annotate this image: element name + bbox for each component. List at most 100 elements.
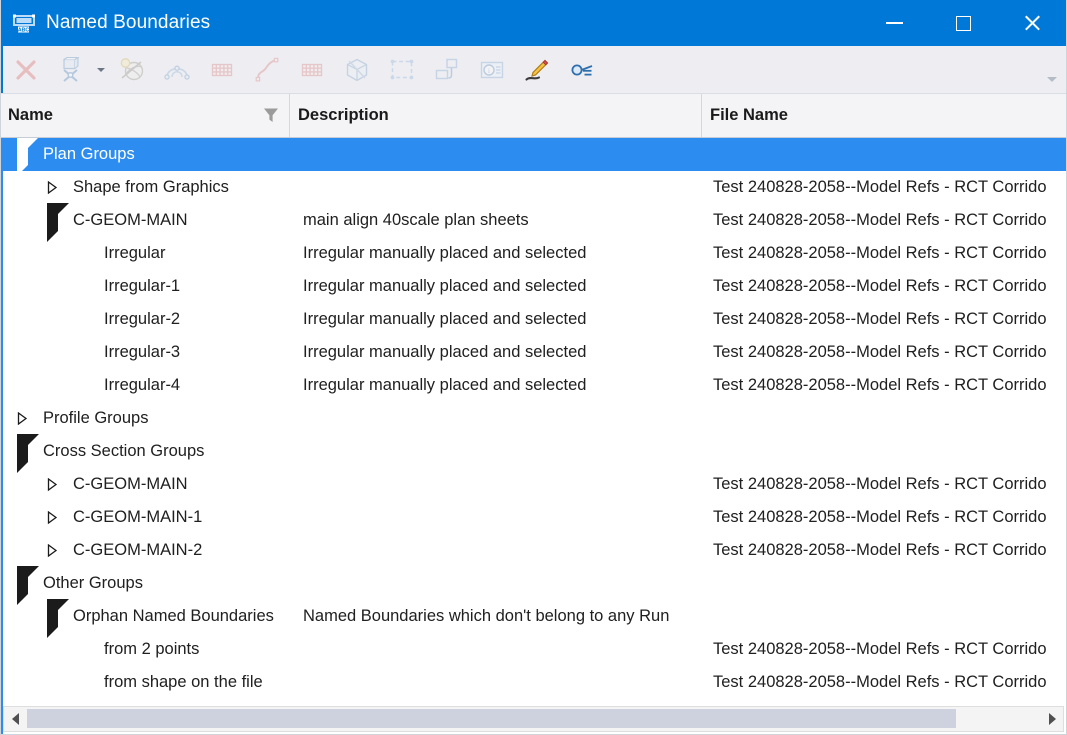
toolbar-button-edit-named-boundary[interactable] [514, 47, 559, 93]
table-row[interactable]: Irregular-4 Irregular manually placed and… [3, 369, 1066, 402]
table-row[interactable]: C-GEOM-MAIN Test 240828-2058--Model Refs … [3, 468, 1066, 501]
toolbar-button-place-named-boundary[interactable] [48, 47, 93, 93]
table-row[interactable]: Other Groups [3, 566, 1066, 605]
cell-file-name: Test 240828-2058--Model Refs - RCT Corri… [713, 508, 1047, 526]
grid-body: Plan Groups Shape from Graphics Test 24082… [0, 138, 1067, 735]
cell-name: Shape from Graphics [73, 178, 229, 196]
civil-plan-icon [163, 57, 190, 83]
cell-description: Irregular manually placed and selected [303, 310, 587, 328]
toolbar-button-create-drawing[interactable] [424, 47, 469, 93]
toolbar-button-delete[interactable] [3, 47, 48, 93]
scroll-right-button[interactable] [1041, 707, 1063, 731]
column-header-file-name[interactable]: File Name [702, 94, 1067, 137]
table-row[interactable]: C-GEOM-MAIN-1 Test 240828-2058--Model Ref… [3, 501, 1066, 534]
toolbar-button-create-plan-named-boundaries[interactable] [154, 47, 199, 93]
filter-funnel-icon[interactable] [263, 107, 279, 129]
cell-name: Irregular-3 [104, 343, 181, 361]
table-row[interactable]: Irregular-3 Irregular manually placed and… [3, 336, 1066, 369]
cell-file-name: Test 240828-2058--Model Refs - RCT Corri… [713, 244, 1047, 262]
table-row[interactable]: Shape from Graphics Test 240828-2058--Mod… [3, 171, 1066, 204]
window-controls [860, 0, 1067, 46]
column-header-description[interactable]: Description [290, 94, 702, 137]
properties-key-icon [569, 57, 595, 83]
cell-name: C-GEOM-MAIN [73, 211, 188, 229]
title-bar[interactable]: ABC Named Boundaries [0, 0, 1067, 46]
cell-description: Irregular manually placed and selected [303, 376, 587, 394]
svg-text:ABC: ABC [18, 28, 29, 34]
cell-description: Irregular manually placed and selected [303, 277, 587, 295]
chevron-down-icon [97, 67, 105, 72]
table-row[interactable]: Profile Groups [3, 402, 1066, 435]
close-button[interactable] [998, 0, 1067, 46]
scroll-left-button[interactable] [4, 707, 26, 731]
svg-text:i: i [488, 67, 490, 75]
cell-file-name: Test 240828-2058--Model Refs - RCT Corri… [713, 673, 1047, 691]
column-header-file-name-label: File Name [710, 106, 788, 124]
table-row[interactable]: from 2 points Test 240828-2058--Model Ref… [3, 633, 1066, 666]
place-named-boundary-icon [58, 56, 84, 83]
minimize-icon [886, 22, 903, 24]
cell-description: main align 40scale plan sheets [303, 211, 529, 229]
scroll-left-arrow-icon [11, 713, 19, 725]
cell-file-name: Test 240828-2058--Model Refs - RCT Corri… [713, 211, 1047, 229]
toolbar-button-create-profile-named-boundaries[interactable] [244, 47, 289, 93]
table-row[interactable]: Orphan Named Boundaries Named Boundaries … [3, 599, 1066, 638]
scrollbar-track[interactable] [26, 707, 1041, 731]
table-row[interactable]: from shape on the file Test 240828-2058--… [3, 666, 1066, 699]
window-title: Named Boundaries [46, 12, 211, 33]
cell-name: Irregular-1 [104, 277, 181, 295]
plan-grid-icon [209, 57, 235, 83]
cell-name: Irregular [104, 244, 166, 262]
grid-header-row: Name Description File Name [0, 94, 1067, 138]
cell-name: Orphan Named Boundaries [73, 607, 274, 625]
profile-grid-icon [299, 57, 325, 83]
tree-rows-container: Plan Groups Shape from Graphics Test 24082… [3, 138, 1066, 699]
toolbar-dropdown-place-named-boundary[interactable] [93, 47, 109, 93]
cell-name: Irregular-4 [104, 376, 181, 394]
maximize-button[interactable] [929, 0, 998, 46]
toolbar-button-properties[interactable] [559, 47, 604, 93]
minimize-button[interactable] [860, 0, 929, 46]
table-row[interactable]: C-GEOM-MAIN-2 Test 240828-2058--Model Ref… [3, 534, 1066, 567]
cell-file-name: Test 240828-2058--Model Refs - RCT Corri… [713, 640, 1047, 658]
toolbar-button-from-drawing-boundary[interactable] [109, 47, 154, 93]
toolbar-overflow-button[interactable] [1043, 46, 1061, 92]
cell-file-name: Test 240828-2058--Model Refs - RCT Corri… [713, 310, 1047, 328]
cell-description: Irregular manually placed and selected [303, 343, 587, 361]
cell-file-name: Test 240828-2058--Model Refs - RCT Corri… [713, 475, 1047, 493]
horizontal-scrollbar[interactable] [3, 706, 1064, 732]
cell-file-name: Test 240828-2058--Model Refs - RCT Corri… [713, 277, 1047, 295]
named-boundary-icon: ABC [12, 11, 36, 35]
edit-pencil-icon [524, 57, 550, 83]
cell-name: from 2 points [104, 640, 200, 658]
toolbar-button-profile-group-grid[interactable] [289, 47, 334, 93]
element-selection-icon [389, 57, 415, 83]
maximize-icon [956, 15, 971, 31]
column-header-description-label: Description [298, 106, 389, 124]
table-row[interactable]: Irregular Irregular manually placed and s… [3, 237, 1066, 270]
column-header-name[interactable]: Name [0, 94, 290, 137]
toolbar: i [0, 46, 1067, 94]
toolbar-button-plan-group-grid[interactable] [199, 47, 244, 93]
cell-name: Cross Section Groups [43, 442, 205, 460]
cell-description: Irregular manually placed and selected [303, 244, 587, 262]
delete-icon [13, 57, 39, 83]
profile-curve-icon [254, 57, 280, 83]
horizontal-scroll-thumb[interactable] [27, 709, 956, 728]
toolbar-button-create-cross-section-named-boundaries[interactable] [334, 47, 379, 93]
cell-name: Plan Groups [43, 145, 135, 163]
named-boundaries-window: ABC Named Boundaries i Name Description … [0, 0, 1067, 735]
toolbar-button-place-detail-callout[interactable]: i [469, 47, 514, 93]
create-drawing-icon [434, 57, 460, 83]
table-row[interactable]: C-GEOM-MAIN main align 40scale plan sheet… [3, 203, 1066, 242]
column-header-name-label: Name [8, 106, 53, 124]
table-row[interactable]: Irregular-1 Irregular manually placed and… [3, 270, 1066, 303]
detail-callout-icon: i [479, 57, 505, 83]
cell-name: Irregular-2 [104, 310, 181, 328]
table-row[interactable]: Plan Groups [3, 138, 1066, 176]
toolbar-button-from-element-selection[interactable] [379, 47, 424, 93]
from-drawing-boundary-icon [119, 57, 145, 83]
table-row[interactable]: Irregular-2 Irregular manually placed and… [3, 303, 1066, 336]
cell-file-name: Test 240828-2058--Model Refs - RCT Corri… [713, 376, 1047, 394]
table-row[interactable]: Cross Section Groups [3, 434, 1066, 473]
